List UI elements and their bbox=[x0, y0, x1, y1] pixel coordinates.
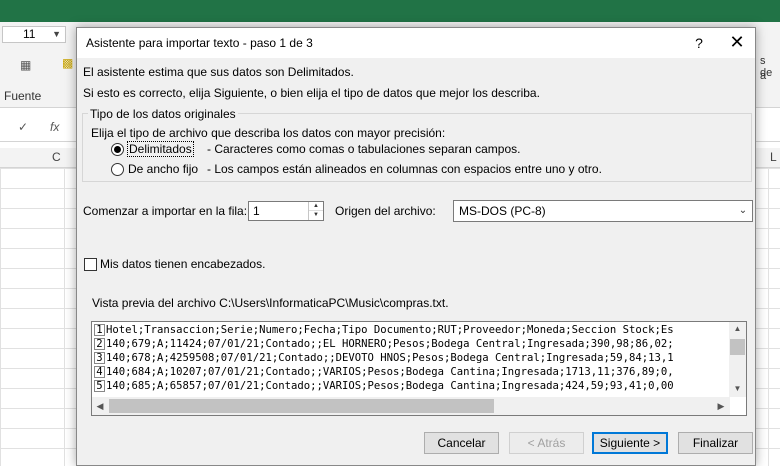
ribbon-right-text-2: a bbox=[760, 70, 767, 82]
dialog-title: Asistente para importar texto - paso 1 d… bbox=[86, 36, 313, 50]
radio-fixed-width-label[interactable]: De ancho fijo bbox=[128, 162, 198, 176]
import-text-wizard-dialog: Asistente para importar texto - paso 1 d… bbox=[76, 27, 756, 466]
fx-icon[interactable]: fx bbox=[50, 120, 59, 134]
next-button[interactable]: Siguiente > bbox=[592, 432, 668, 454]
radio-delimited-label[interactable]: Delimitados bbox=[127, 141, 194, 157]
finish-button[interactable]: Finalizar bbox=[678, 432, 753, 454]
group-prompt: Elija el tipo de archivo que describa lo… bbox=[91, 126, 446, 140]
preview-row: 1 Hotel;Transaccion;Serie;Numero;Fecha;Ti… bbox=[94, 324, 674, 337]
radio-fixed-width[interactable] bbox=[111, 163, 124, 176]
help-button[interactable]: ? bbox=[687, 33, 711, 53]
group-title: Tipo de los datos originales bbox=[88, 107, 238, 121]
checkmark-icon[interactable]: ✓ bbox=[18, 120, 28, 134]
origin-select[interactable]: MS-DOS (PC-8) ⌄ bbox=[453, 200, 753, 222]
chevron-down-icon[interactable]: ⌄ bbox=[734, 201, 752, 221]
file-preview[interactable]: 1 Hotel;Transaccion;Serie;Numero;Fecha;Ti… bbox=[91, 321, 747, 416]
scroll-down-icon[interactable]: ▼ bbox=[729, 382, 746, 396]
preview-horizontal-scrollbar[interactable]: ◀ ▶ bbox=[92, 397, 730, 415]
radio-delimited[interactable] bbox=[111, 143, 124, 156]
intro-line-1: El asistente estima que sus datos son De… bbox=[83, 65, 354, 79]
spin-down-icon[interactable]: ▼ bbox=[309, 211, 323, 220]
preview-row: 5 140;685;A;65857;07/01/21;Contado;;VARIO… bbox=[94, 380, 674, 393]
scroll-thumb[interactable] bbox=[109, 399, 494, 413]
column-header-c[interactable]: C bbox=[52, 150, 61, 164]
origin-label: Origen del archivo: bbox=[335, 204, 436, 218]
radio-delimited-desc: - Caracteres como comas o tabulaciones s… bbox=[207, 142, 521, 156]
preview-row: 4 140;684;A;10207;07/01/21;Contado;;VARIO… bbox=[94, 366, 674, 379]
preview-row: 2 140;679;A;11424;07/01/21;Contado;;EL HO… bbox=[94, 338, 674, 351]
back-button[interactable]: < Atrás bbox=[509, 432, 584, 454]
cancel-button[interactable]: Cancelar bbox=[424, 432, 499, 454]
font-size-combobox[interactable]: 11 ▼ bbox=[2, 26, 66, 43]
intro-line-2: Si esto es correcto, elija Siguiente, o … bbox=[83, 86, 540, 100]
scroll-up-icon[interactable]: ▲ bbox=[729, 322, 746, 336]
start-row-value: 1 bbox=[253, 204, 260, 218]
start-row-label: Comenzar a importar en la fila: bbox=[83, 204, 248, 218]
dialog-title-bar[interactable]: Asistente para importar texto - paso 1 d… bbox=[77, 28, 755, 58]
borders-icon[interactable]: ▦ bbox=[20, 58, 31, 72]
chevron-down-icon[interactable]: ▼ bbox=[52, 27, 61, 42]
origin-value: MS-DOS (PC-8) bbox=[459, 204, 546, 218]
scroll-left-icon[interactable]: ◀ bbox=[92, 397, 108, 415]
fill-color-icon[interactable]: ▩ bbox=[62, 56, 73, 70]
spin-up-icon[interactable]: ▲ bbox=[309, 202, 323, 211]
radio-fixed-width-desc: - Los campos están alineados en columnas… bbox=[207, 162, 602, 176]
font-size-value: 11 bbox=[23, 27, 36, 41]
preview-row: 3 140;678;A;4259508;07/01/21;Contado;;DEV… bbox=[94, 352, 674, 365]
preview-label: Vista previa del archivo C:\Users\Inform… bbox=[92, 296, 449, 310]
preview-vertical-scrollbar[interactable]: ▲ ▼ bbox=[729, 322, 746, 397]
column-header-l[interactable]: L bbox=[770, 150, 777, 164]
scroll-right-icon[interactable]: ▶ bbox=[713, 397, 729, 415]
scroll-thumb[interactable] bbox=[730, 339, 745, 355]
font-group-label: Fuente bbox=[4, 89, 42, 103]
start-row-stepper[interactable]: 1 ▲ ▼ bbox=[248, 201, 324, 221]
stepper-buttons: ▲ ▼ bbox=[308, 202, 323, 220]
close-button[interactable]: ✕ bbox=[725, 31, 749, 53]
excel-title-bar bbox=[0, 0, 780, 22]
headers-checkbox-label[interactable]: Mis datos tienen encabezados. bbox=[100, 257, 265, 271]
headers-checkbox[interactable] bbox=[84, 258, 97, 271]
